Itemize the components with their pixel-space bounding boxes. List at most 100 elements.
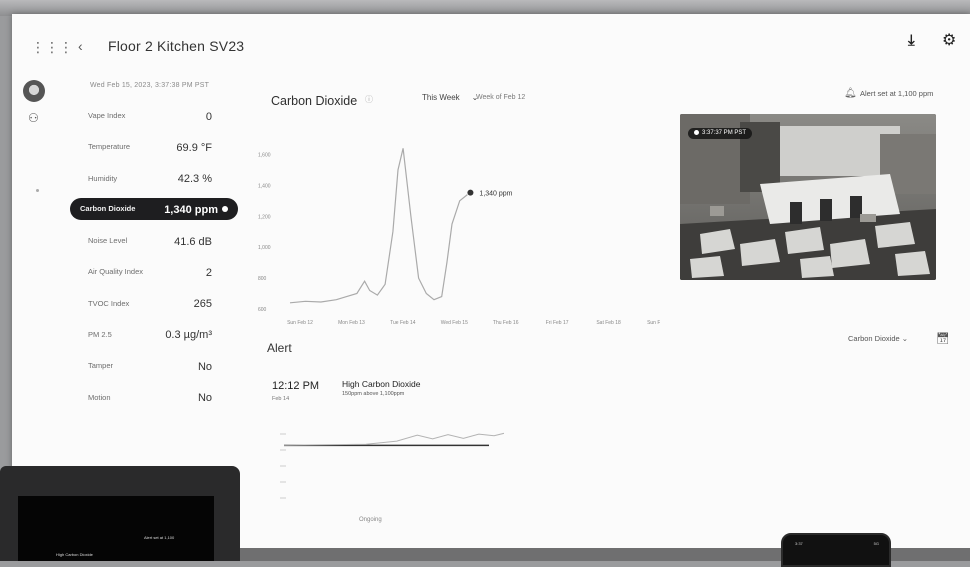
sensor-label: Temperature	[88, 142, 131, 152]
x-tick-label: Wed Feb 15	[441, 320, 468, 326]
sensor-value: 0	[205, 110, 212, 123]
x-tick-label: Tue Feb 14	[390, 320, 416, 326]
sensor-label: Tamper	[88, 361, 114, 371]
calendar-icon[interactable]: 📅︎	[936, 332, 950, 345]
sensor-value-wrap: 42.3 %	[178, 169, 212, 187]
alert-mini-chart: 6 AM12 PM6 PM	[280, 432, 504, 499]
laptop-screen: Alert set at 1,100 High Carbon Dioxide	[18, 496, 214, 561]
sensor-value-wrap: 69.9 °F	[176, 138, 212, 156]
camera-feed[interactable]: 3:37:37 PM PST	[680, 114, 936, 280]
range-select-label: This Week	[422, 93, 460, 102]
sensor-value-wrap: No	[198, 357, 212, 375]
selected-dot-icon	[222, 205, 228, 212]
sensor-timestamp: Wed Feb 15, 2023, 3:37:38 PM PST	[90, 82, 210, 89]
chevron-down-icon: ⌄	[901, 334, 909, 343]
alert-section-title: Alert	[267, 341, 292, 355]
sensor-value: No	[197, 392, 212, 405]
sensor-value-wrap: 1,340 ppm	[164, 200, 228, 218]
alert-filter-select[interactable]: Carbon Dioxide ⌄	[848, 334, 908, 343]
sensor-value: 265	[193, 298, 212, 311]
sensor-row[interactable]: TVOC Index 265	[74, 287, 226, 318]
y-tick-label: 1,400	[258, 183, 271, 189]
bell-icon[interactable]: 🔔︎	[844, 88, 857, 99]
avatar[interactable]	[23, 80, 45, 102]
alert-time: 12:12 PM	[272, 380, 320, 392]
chart-title: Carbon Dioxide	[271, 94, 358, 108]
sensor-label: Air Quality Index	[88, 267, 144, 277]
sensor-label: PM 2.5	[88, 329, 112, 339]
laptop-screen-text: High Carbon Dioxide	[56, 552, 93, 557]
laptop-screen-text: Alert set at 1,100	[144, 535, 175, 540]
alert-series-line	[283, 432, 504, 446]
sensor-value-wrap: 0.3 µg/m³	[165, 325, 212, 343]
camera-timestamp-badge: 3:37:37 PM PST	[688, 128, 753, 139]
sensor-label: TVOC Index	[88, 298, 130, 308]
back-arrow-icon[interactable]: ‹	[78, 38, 83, 54]
sensor-value-wrap: 41.6 dB	[174, 232, 212, 250]
sensor-label: Humidity	[88, 173, 118, 183]
sensor-row[interactable]: Vape Index 0	[74, 100, 226, 131]
phone-foreground: 3:37 5G	[781, 533, 891, 567]
sensor-value-wrap: 2	[206, 263, 212, 281]
range-select[interactable]: This Week ⌄	[422, 93, 478, 102]
alert-mini-chart-caption: Ongoing	[359, 517, 382, 523]
co2-series-line	[289, 148, 468, 304]
x-tick-label: Mon Feb 13	[338, 320, 365, 326]
sensor-value: 41.6 dB	[174, 235, 212, 248]
gear-icon[interactable]: ⚙	[942, 30, 956, 50]
phone-time: 3:37	[795, 541, 803, 546]
sensor-value: 69.9 °F	[176, 141, 212, 154]
current-value-label: 1,340 ppm	[479, 191, 512, 198]
alert-name: High Carbon Dioxide	[342, 379, 421, 389]
camera-timestamp: 3:37:37 PM PST	[702, 130, 747, 136]
sensor-row[interactable]: Temperature 69.9 °F	[74, 131, 226, 162]
y-tick-label: 1,200	[258, 214, 271, 220]
y-tick-label: 600	[258, 307, 267, 313]
alert-threshold-link[interactable]: Alert set at 1,100 ppm	[860, 89, 933, 98]
alert-date: Feb 14	[272, 396, 290, 402]
week-label: Week of Feb 12	[476, 94, 526, 101]
alert-filter-label: Carbon Dioxide	[848, 334, 900, 343]
y-tick-label: 1,000	[258, 245, 271, 251]
sensor-row[interactable]: Air Quality Index 2	[74, 256, 226, 287]
download-icon[interactable]: ⤓	[908, 32, 915, 49]
sensor-value-wrap: 0	[206, 107, 212, 125]
sensor-label: Vape Index	[88, 111, 126, 121]
sensor-value: 42.3 %	[177, 173, 212, 186]
sensor-row[interactable]: Noise Level 41.6 dB	[74, 225, 226, 256]
sensor-label: Carbon Dioxide	[80, 204, 136, 214]
co2-line-chart[interactable]: 1,600 1,400 1,200 1,000 800 600 Sun Feb 12 Mon …	[250, 129, 660, 329]
alert-detail: 150ppm above 1,100ppm	[342, 391, 405, 397]
sensor-row[interactable]: Humidity 42.3 %	[74, 163, 226, 194]
sensor-label: Motion	[88, 392, 111, 402]
sensor-row[interactable]: Motion No	[74, 381, 226, 412]
sensor-row[interactable]: Carbon Dioxide 1,340 ppm	[70, 197, 238, 220]
x-tick-label: Thu Feb 16	[493, 320, 519, 326]
sensor-value: 0.3 µg/m³	[165, 329, 212, 342]
x-tick-label: Fri Feb 17	[546, 320, 569, 326]
sensor-value: No	[197, 360, 212, 373]
x-tick-label: Sun Feb 12	[287, 320, 313, 326]
laptop-foreground: Alert set at 1,100 High Carbon Dioxide	[0, 466, 240, 561]
sensor-value: 2	[205, 266, 212, 279]
app-grid-icon[interactable]: ⋮⋮⋮	[31, 40, 73, 54]
sensor-value: 1,340 ppm	[164, 203, 218, 216]
sensor-label: Noise Level	[88, 236, 128, 246]
top-bar: ⋮⋮⋮ ‹ Floor 2 Kitchen SV23 ⤓ ⚙	[12, 14, 970, 74]
y-tick-label: 800	[258, 276, 267, 282]
page-title: Floor 2 Kitchen SV23	[108, 38, 245, 54]
x-tick-label: Sun Feb 19	[647, 320, 660, 326]
sensor-row[interactable]: PM 2.5 0.3 µg/m³	[74, 319, 226, 350]
current-value-marker	[467, 189, 474, 196]
sensor-value-wrap: 265	[194, 294, 212, 312]
x-tick-label: Sat Feb 18	[596, 320, 621, 326]
y-tick-label: 1,600	[258, 152, 271, 158]
people-icon[interactable]: ⚇	[28, 111, 39, 125]
record-dot-icon	[694, 129, 699, 135]
sensor-list: Vape Index 0 Temperature 69.9 °F Humidity 42.…	[70, 100, 238, 413]
rail-indicator	[36, 189, 39, 192]
sensor-value-wrap: No	[198, 388, 212, 406]
phone-network: 5G	[873, 541, 879, 546]
sensor-row[interactable]: Tamper No	[74, 350, 226, 381]
info-icon[interactable]: ⓘ	[365, 94, 373, 105]
